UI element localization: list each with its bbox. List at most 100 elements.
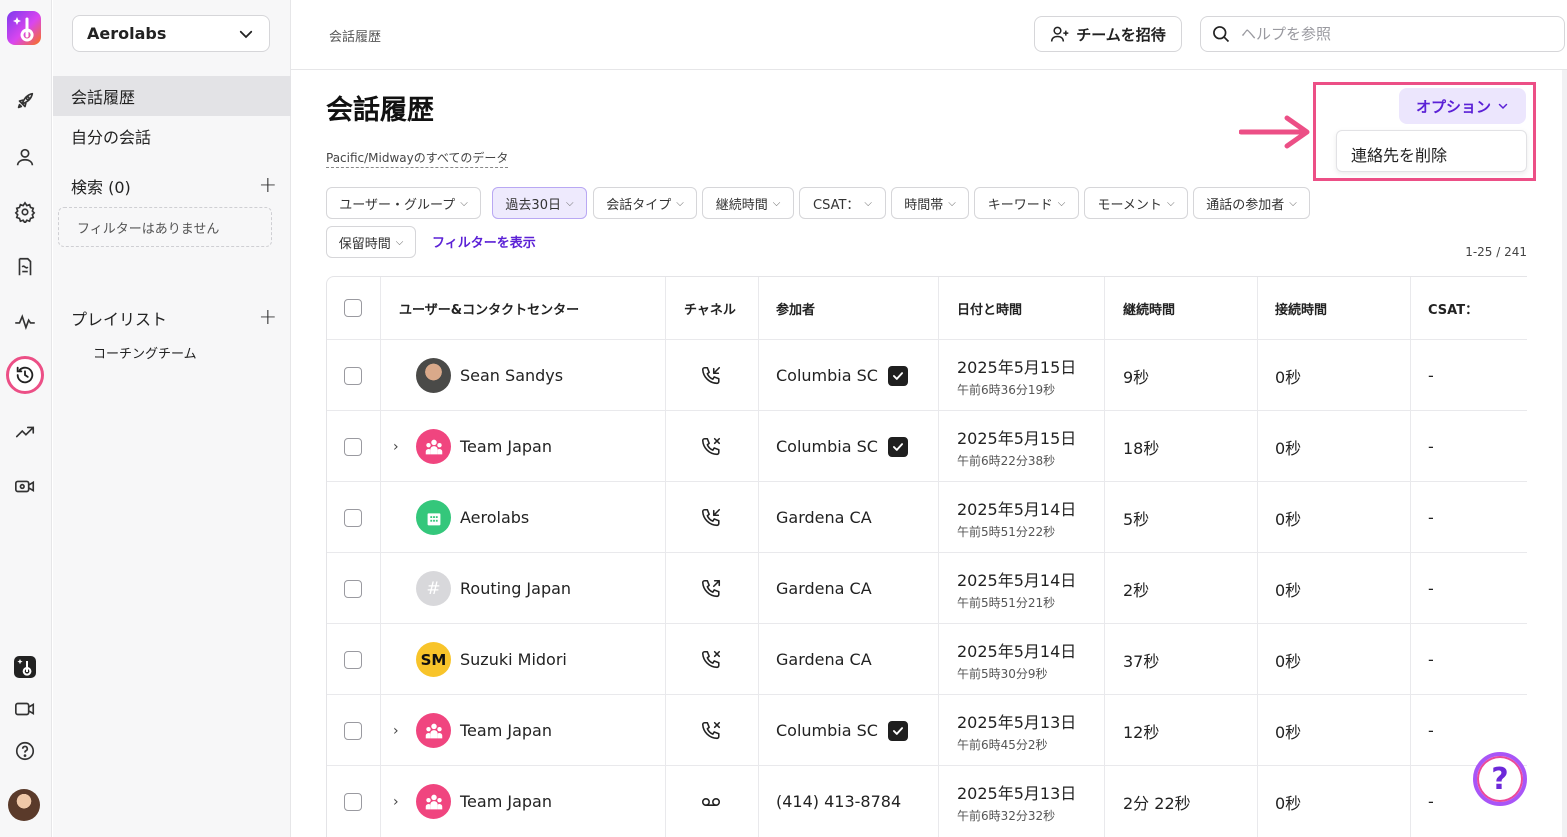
show-filters-link[interactable]: フィルターを表示 [432,232,536,251]
chevron-right-icon[interactable]: › [393,794,399,810]
invite-team-button[interactable]: チームを招待 [1034,16,1182,52]
table-row[interactable]: SM Suzuki Midori Gardena CA 2025年5月14日 午前5時3… [327,623,1527,694]
participant-cell: Columbia SC [776,340,908,411]
participant-name[interactable]: Gardena CA [776,579,872,598]
dialpad-app-icon[interactable] [11,653,39,681]
add-playlist-icon[interactable]: + [259,307,277,329]
help-fab-button[interactable]: ? [1473,752,1527,806]
row-checkbox[interactable] [344,437,362,456]
call-date: 2025年5月13日 [957,712,1077,732]
datetime-cell: 2025年5月14日 午前5時30分9秒 [957,624,1076,695]
video-settings-icon[interactable] [11,472,39,500]
delete-contact-item[interactable]: 連絡先を削除 [1351,142,1447,166]
phone-missed-icon [701,650,721,668]
user-name[interactable]: Sean Sandys [460,366,563,385]
filter-csat[interactable]: CSAT： ⌵ [799,187,886,219]
row-checkbox[interactable] [344,508,362,527]
datetime-cell: 2025年5月14日 午前5時51分21秒 [957,553,1076,624]
column-header-datetime[interactable]: 日付と時間 [957,277,1022,339]
filter-participants[interactable]: 通話の参加者 ⌵ [1193,187,1310,219]
participant-name[interactable]: Gardena CA [776,508,872,527]
rocket-icon[interactable] [11,87,39,115]
sidebar-item-my-calls[interactable]: 自分の会話 [53,116,291,156]
filter-time-of-day[interactable]: 時間帯 ⌵ [891,187,969,219]
table-row[interactable]: › Team Japan (414) 413-8784 2025年5月13日 午前6時3… [327,765,1527,836]
help-search-input[interactable] [1241,25,1541,43]
app-root: Aerolabs 会話履歴 自分の会話 検索 (0) + フィルターはありません… [0,0,1567,837]
datetime-cell: 2025年5月14日 午前5時51分22秒 [957,482,1076,553]
filter-date-range[interactable]: 過去30日 ⌵ [492,187,587,219]
participant-name[interactable]: Columbia SC [776,437,878,456]
column-header-csat[interactable]: CSAT： [1428,277,1478,339]
user-name[interactable]: Aerolabs [460,508,529,527]
trending-up-icon[interactable] [11,418,39,446]
filter-duration[interactable]: 継続時間 ⌵ [702,187,794,219]
sidebar-item-history[interactable]: 会話履歴 [53,76,291,116]
user-avatar[interactable] [8,789,40,821]
top-bar: 会話履歴 チームを招待 [291,0,1567,70]
participant-name[interactable]: Gardena CA [776,650,872,669]
user-icon[interactable] [11,143,39,171]
row-checkbox[interactable] [344,721,362,740]
user-name[interactable]: Team Japan [460,437,552,456]
help-circle-icon[interactable] [11,737,39,765]
chevron-down-icon: ⌵ [676,197,684,209]
filter-call-type[interactable]: 会話タイプ ⌵ [593,187,697,219]
table-row[interactable]: Sean Sandys Columbia SC 2025年5月15日 午前6時36分1… [327,339,1527,410]
column-header-connect[interactable]: 接続時間 [1275,277,1327,339]
row-select-cell [344,695,362,766]
tickets-icon[interactable] [11,253,39,281]
options-button[interactable]: オプション [1399,88,1526,124]
column-header-user[interactable]: ユーザー&コンタクトセンター [399,277,579,339]
call-date: 2025年5月15日 [957,428,1077,448]
add-search-icon[interactable]: + [259,175,277,197]
row-select-cell [344,553,362,624]
select-all-checkbox[interactable] [344,299,362,317]
filter-keyword[interactable]: キーワード ⌵ [974,187,1079,219]
table-row[interactable]: # Routing Japan Gardena CA 2025年5月14日 午前5時51… [327,552,1527,623]
chevron-down-icon: ⌵ [1057,197,1066,209]
connect-time-cell: 0秒 [1275,722,1302,742]
filter-moment[interactable]: モーメント ⌵ [1084,187,1188,219]
video-camera-icon[interactable] [11,695,39,723]
options-label: オプション [1415,97,1491,116]
column-header-duration[interactable]: 継続時間 [1123,277,1175,339]
dialpad-logo[interactable] [7,11,41,45]
row-checkbox[interactable] [344,579,362,598]
chevron-right-icon[interactable]: › [393,439,399,455]
user-name[interactable]: Team Japan [460,792,552,811]
participant-name[interactable]: (414) 413-8784 [776,792,901,811]
connect-time-cell: 0秒 [1275,509,1302,529]
filter-label: 会話タイプ [606,197,672,213]
filter-user-group[interactable]: ユーザー・グループ ⌵ [326,187,481,219]
playlist-item-coaching[interactable]: コーチングチーム [93,343,197,362]
row-checkbox[interactable] [344,366,362,385]
verified-check-icon [887,436,908,457]
table-row[interactable]: Aerolabs Gardena CA 2025年5月14日 午前5時51分22秒 5秒… [327,481,1527,552]
call-date: 2025年5月14日 [957,499,1077,519]
user-name[interactable]: Suzuki Midori [460,650,567,669]
duration-cell: 5秒 [1123,509,1150,529]
vertical-scrollbar[interactable] [1562,70,1567,837]
row-checkbox[interactable] [344,650,362,669]
row-checkbox[interactable] [344,792,362,811]
filter-hold-time[interactable]: 保留時間 ⌵ [326,226,416,258]
column-header-participant[interactable]: 参加者 [776,277,815,339]
org-select[interactable]: Aerolabs [72,15,270,52]
user-cell: Sean Sandys [416,340,563,411]
connect-time-cell: 0秒 [1275,580,1302,600]
column-header-channel[interactable]: チャネル [684,277,736,339]
user-name[interactable]: Routing Japan [460,579,571,598]
history-icon[interactable] [6,356,44,394]
conversation-table: ユーザー&コンタクトセンター チャネル 参加者 日付と時間 継続時間 接続時間 … [326,276,1527,837]
chevron-right-icon[interactable]: › [393,723,399,739]
table-row[interactable]: › Team Japan Columbia SC 2025年5月13日 午前6時45分2… [327,694,1527,765]
participant-name[interactable]: Columbia SC [776,721,878,740]
pulse-icon[interactable] [11,308,39,336]
timezone-subtitle[interactable]: Pacific/Midwayのすべてのデータ [326,149,509,168]
filter-label: モーメント [1097,197,1162,213]
gear-icon[interactable] [11,198,39,226]
user-name[interactable]: Team Japan [460,721,552,740]
table-row[interactable]: › Team Japan Columbia SC 2025年5月15日 午前6時22分3… [327,410,1527,481]
participant-name[interactable]: Columbia SC [776,366,878,385]
